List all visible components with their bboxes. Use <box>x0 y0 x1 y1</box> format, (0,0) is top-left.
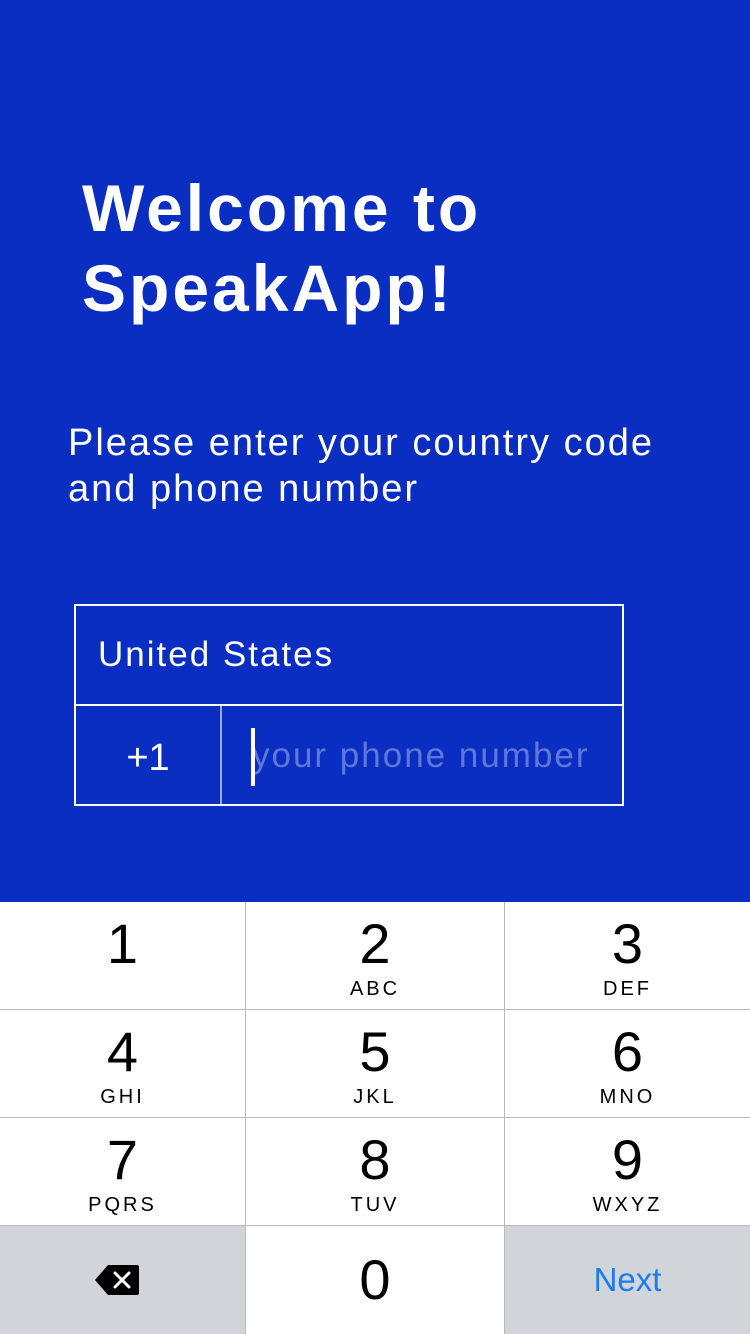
key-digit: 9 <box>611 1128 644 1191</box>
key-digit: 3 <box>611 912 644 975</box>
backspace-icon <box>95 1265 139 1295</box>
country-code[interactable]: +1 <box>76 706 222 804</box>
key-1[interactable]: 1 <box>0 902 246 1010</box>
text-cursor <box>251 728 255 786</box>
key-digit: 4 <box>106 1020 139 1083</box>
key-digit: 6 <box>611 1020 644 1083</box>
key-4[interactable]: 4 GHI <box>0 1010 246 1118</box>
key-letters: DEF <box>603 978 652 1000</box>
key-letters: GHI <box>100 1086 145 1108</box>
title-line-1: Welcome to <box>82 171 482 245</box>
key-6[interactable]: 6 MNO <box>505 1010 750 1118</box>
country-selector[interactable]: United States <box>76 606 622 706</box>
key-digit: 7 <box>106 1128 139 1191</box>
phone-field-container <box>222 706 622 804</box>
key-letters: PQRS <box>88 1194 157 1216</box>
title-line-2: SpeakApp! <box>82 251 454 325</box>
key-letters: TUV <box>350 1194 400 1216</box>
key-digit: 5 <box>359 1020 391 1083</box>
key-7[interactable]: 7 PQRS <box>0 1118 246 1226</box>
key-digit: 2 <box>359 912 391 975</box>
backspace-key[interactable] <box>0 1226 246 1334</box>
key-letters: ABC <box>349 978 401 1000</box>
numeric-keypad: 1 2 ABC 3 DEF 4 GHI 5 JKL 6 MNO 7 PQRS 8… <box>0 902 750 1334</box>
next-button[interactable]: Next <box>505 1226 750 1334</box>
welcome-screen: Welcome to SpeakApp! Please enter your c… <box>0 0 750 902</box>
key-digit: 8 <box>359 1128 391 1191</box>
key-2[interactable]: 2 ABC <box>246 902 505 1010</box>
key-letters: WXYZ <box>592 1194 663 1216</box>
page-title: Welcome to SpeakApp! <box>82 168 682 328</box>
key-0[interactable]: 0 <box>246 1226 505 1334</box>
instructions-text: Please enter your country code and phone… <box>68 422 654 510</box>
next-label: Next <box>593 1261 662 1298</box>
key-digit: 0 <box>359 1248 391 1311</box>
key-letters: JKL <box>353 1086 397 1108</box>
key-8[interactable]: 8 TUV <box>246 1118 505 1226</box>
key-5[interactable]: 5 JKL <box>246 1010 505 1118</box>
key-digit: 1 <box>106 912 139 975</box>
phone-number-input[interactable] <box>252 726 618 786</box>
key-9[interactable]: 9 WXYZ <box>505 1118 750 1226</box>
key-letters: MNO <box>599 1086 656 1108</box>
phone-form: United States +1 <box>74 604 624 806</box>
key-3[interactable]: 3 DEF <box>505 902 750 1010</box>
